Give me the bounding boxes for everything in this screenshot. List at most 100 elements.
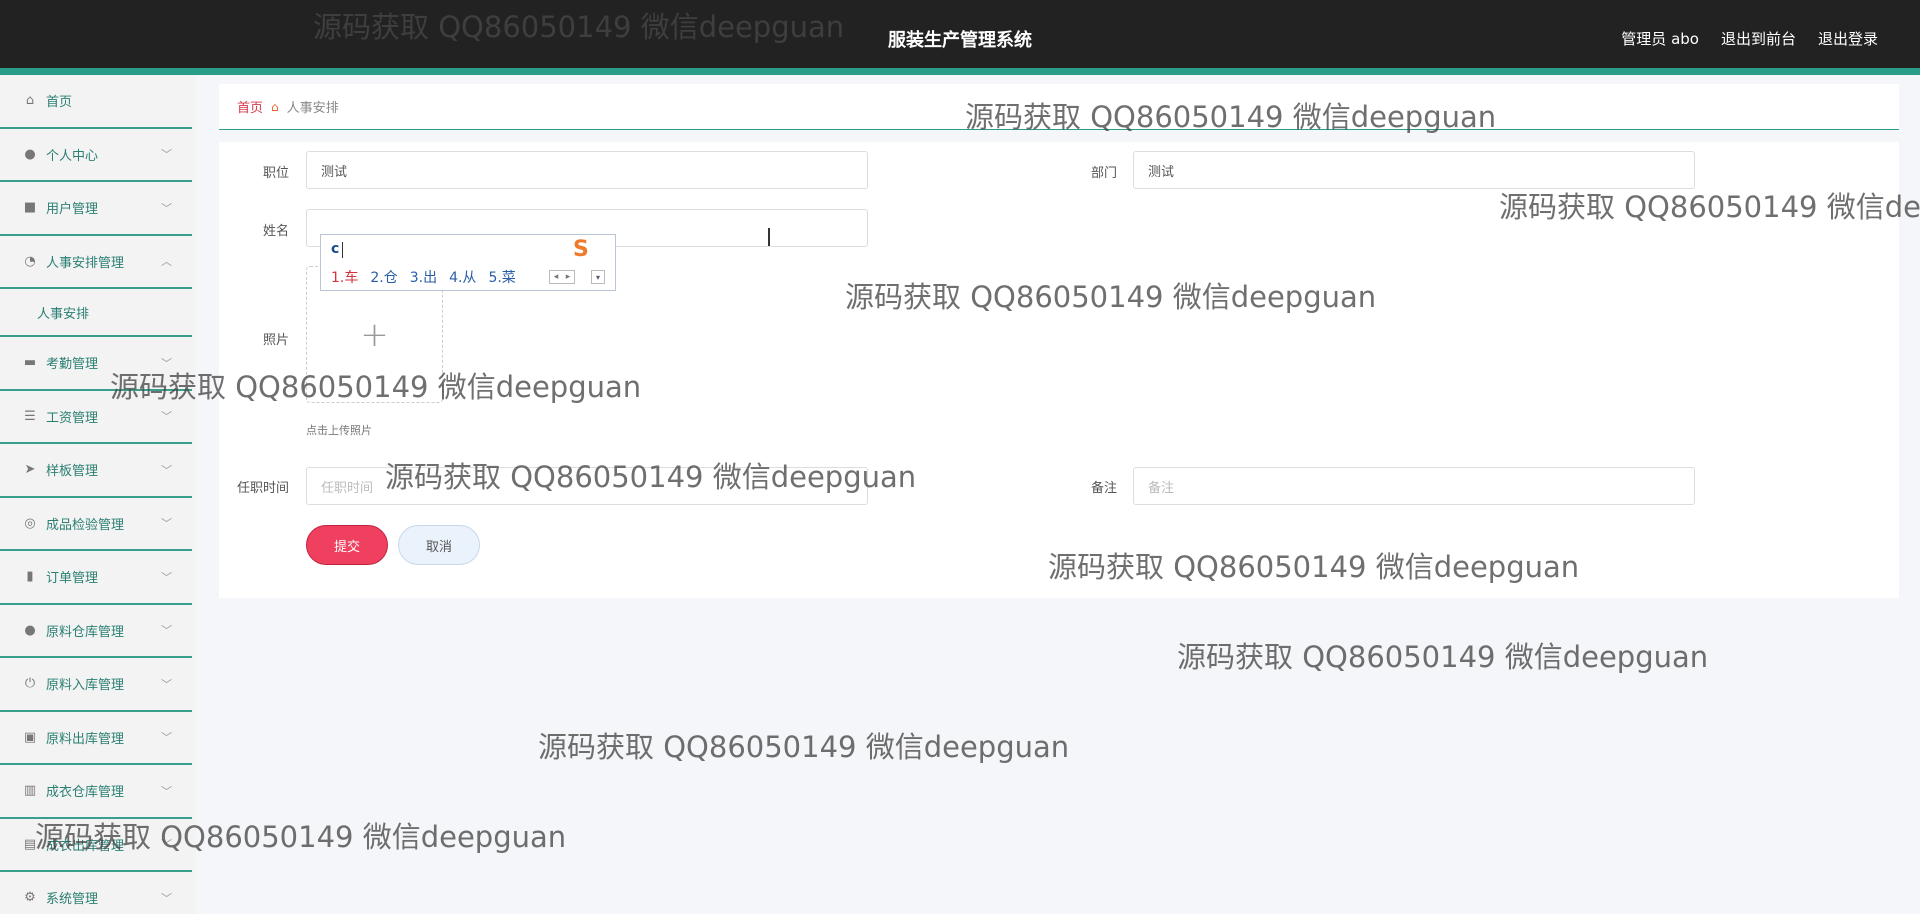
cancel-button[interactable]: 取消 [398, 525, 480, 565]
ime-typed-text: c [331, 241, 340, 257]
sidebar-item-personal-center[interactable]: ● 个人中心 ﹀ [0, 128, 192, 182]
position-label: 职位 [262, 166, 289, 181]
sidebar-item-orders[interactable]: ▮ 订单管理 ﹀ [0, 551, 192, 605]
sidebar-item-label: 成衣出库管理 [46, 838, 125, 854]
top-bar: 服装生产管理系统 管理员 abo 退出到前台 退出登录 [0, 0, 1920, 75]
remark-label: 备注 [1090, 481, 1117, 496]
name-label: 姓名 [262, 224, 289, 239]
chevron-down-icon: ﹀ [161, 624, 172, 638]
sidebar-item-material-inbound[interactable]: ⏻ 原料入库管理 ﹀ [0, 658, 192, 712]
sidebar-item-label: 成品检验管理 [46, 517, 125, 533]
chevron-down-icon: ﹀ [161, 410, 172, 424]
back-to-frontend-link[interactable]: 退出到前台 [1721, 28, 1796, 49]
sidebar-item-label: 系统管理 [46, 892, 99, 908]
archive-icon: ▣ [23, 729, 37, 745]
sidebar-item-label: 原料出库管理 [46, 731, 125, 747]
users-icon: ■ [23, 200, 37, 216]
chevron-down-icon: ﹀ [161, 731, 172, 745]
header-links: 管理员 abo 退出到前台 退出登录 [1621, 28, 1878, 49]
sidebar-item-label: 个人中心 [46, 148, 99, 164]
ime-expand-icon[interactable]: ▾ [591, 270, 605, 284]
ime-candidate[interactable]: 2.仓 [370, 267, 397, 287]
sidebar-item-material-warehouse[interactable]: ● 原料仓库管理 ﹀ [0, 604, 192, 658]
sidebar-item-label: 订单管理 [46, 571, 99, 587]
sidebar-item-label: 原料入库管理 [46, 678, 125, 694]
position-input[interactable]: 测试 [306, 151, 868, 189]
sidebar-subitem-hr-arrangement[interactable]: 人事安排 [0, 289, 192, 337]
sidebar-item-salary[interactable]: ☰ 工资管理 ﹀ [0, 390, 192, 444]
clipboard-icon: ▮ [26, 569, 34, 585]
user-icon: ● [24, 146, 36, 162]
ime-candidates: 1.车 2.仓 3.出 4.从 5.菜 [331, 267, 516, 287]
ime-candidate[interactable]: 3.出 [410, 267, 437, 287]
breadcrumb-current: 人事安排 [286, 101, 339, 116]
breadcrumb-home-link[interactable]: 首页 [237, 97, 263, 116]
chevron-up-icon: ︿ [161, 255, 172, 269]
department-label: 部门 [1090, 166, 1117, 181]
sogou-logo-icon: S [573, 237, 589, 262]
chevron-down-icon: ﹀ [161, 784, 172, 798]
sidebar-item-label: 用户管理 [46, 202, 99, 218]
admin-user-link[interactable]: 管理员 abo [1621, 28, 1699, 49]
watermark: 源码获取 QQ86050149 微信deepguan [1177, 640, 1709, 674]
sidebar-item-sample[interactable]: ➤ 样板管理 ﹀ [0, 444, 192, 498]
gear-icon: ⚙ [24, 890, 36, 906]
logout-link[interactable]: 退出登录 [1818, 28, 1878, 49]
hr-arrangement-form: 职位 测试 部门 测试 姓名 照片 + 点击上传照片 任职时间 任职时间 备注 … [219, 142, 1899, 598]
chevron-down-icon: ﹀ [161, 891, 172, 905]
remark-input[interactable]: 备注 [1133, 467, 1695, 505]
sidebar-item-home[interactable]: ⌂ 首页 [0, 75, 192, 129]
sidebar: ⌂ 首页 ● 个人中心 ﹀ ■ 用户管理 ﹀ ◔ 人事安排管理 ︿ 人事安排 ▬… [0, 75, 196, 914]
sidebar-item-label: 首页 [46, 95, 73, 111]
ime-candidate[interactable]: 5.菜 [488, 267, 515, 287]
submit-button[interactable]: 提交 [306, 525, 388, 565]
hire-date-label: 任职时间 [236, 481, 289, 496]
plus-icon: + [360, 314, 389, 355]
sidebar-item-label: 人事安排管理 [46, 255, 125, 271]
sidebar-item-garment-outbound[interactable]: ▤ 成衣出库管理 ﹀ [0, 818, 192, 872]
photo-label: 照片 [262, 333, 289, 348]
chevron-left-icon[interactable]: ◂ [554, 272, 559, 282]
sidebar-item-garment-warehouse[interactable]: ▥ 成衣仓库管理 ﹀ [0, 765, 192, 819]
sidebar-item-attendance[interactable]: ▬ 考勤管理 ﹀ [0, 337, 192, 391]
sidebar-item-label: 考勤管理 [46, 357, 99, 373]
ime-candidate[interactable]: 1.车 [331, 267, 358, 287]
breadcrumb: 首页 ⌂ 人事安排 [219, 84, 1899, 130]
chevron-down-icon: ﹀ [161, 148, 172, 162]
sidebar-item-system[interactable]: ⚙ 系统管理 ﹀ [0, 872, 192, 914]
document-icon: ▤ [23, 836, 37, 852]
home-icon: ⌂ [271, 99, 279, 114]
sidebar-item-hr-management[interactable]: ◔ 人事安排管理 ︿ [0, 235, 192, 289]
sidebar-item-material-outbound[interactable]: ▣ 原料出库管理 ﹀ [0, 711, 192, 765]
home-icon: ⌂ [25, 93, 35, 109]
watermark: 源码获取 QQ86050149 微信deepguan [538, 730, 1070, 764]
sidebar-item-label: 样板管理 [46, 464, 99, 480]
chevron-down-icon: ﹀ [161, 677, 172, 691]
upload-tip: 点击上传照片 [306, 424, 372, 437]
top-accent-bar [0, 68, 1920, 75]
text-cursor-icon [768, 228, 776, 246]
hire-date-input[interactable]: 任职时间 [306, 467, 868, 505]
sidebar-item-user-management[interactable]: ■ 用户管理 ﹀ [0, 182, 192, 236]
ime-candidate[interactable]: 4.从 [449, 267, 476, 287]
power-icon: ⏻ [24, 676, 36, 692]
chevron-down-icon: ﹀ [161, 570, 172, 584]
sidebar-item-label: 工资管理 [46, 410, 99, 426]
ime-page-nav[interactable]: ◂ ▸ [549, 270, 575, 284]
sidebar-item-label: 原料仓库管理 [46, 624, 125, 640]
sidebar-item-label: 成衣仓库管理 [46, 785, 125, 801]
department-input[interactable]: 测试 [1133, 151, 1695, 189]
sidebar-item-inspection[interactable]: ◎ 成品检验管理 ﹀ [0, 497, 192, 551]
dashboard-icon: ◔ [24, 253, 36, 269]
chart-icon: ▥ [23, 783, 37, 799]
chevron-down-icon: ﹀ [161, 356, 172, 370]
send-icon: ➤ [24, 462, 36, 478]
list-icon: ☰ [24, 408, 36, 424]
chevron-right-icon[interactable]: ▸ [566, 272, 571, 282]
chevron-down-icon: ﹀ [161, 201, 172, 215]
chat-icon: ▬ [23, 355, 37, 371]
chevron-down-icon: ﹀ [161, 838, 172, 852]
chevron-down-icon: ﹀ [161, 463, 172, 477]
ime-candidate-popup: c S 1.车 2.仓 3.出 4.从 5.菜 ◂ ▸ ▾ [320, 234, 616, 291]
chevron-down-icon: ﹀ [161, 517, 172, 531]
